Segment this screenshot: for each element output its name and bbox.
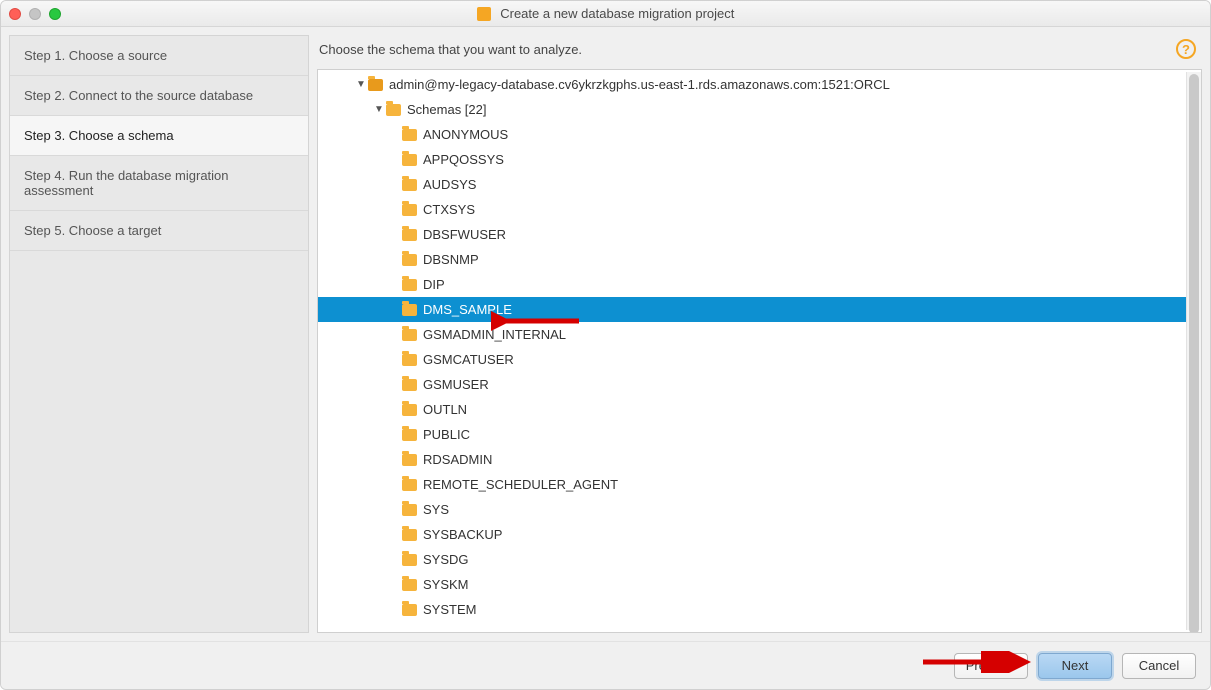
tree-label-schemas: Schemas [22]: [407, 102, 487, 117]
database-icon: [368, 79, 383, 91]
tree-node-schema[interactable]: GSMUSER: [318, 372, 1186, 397]
tree-node-schema[interactable]: DBSNMP: [318, 247, 1186, 272]
tree-node-schema[interactable]: AUDSYS: [318, 172, 1186, 197]
folder-icon: [402, 254, 417, 266]
folder-icon: [402, 179, 417, 191]
tree-label-connection: admin@my-legacy-database.cv6ykrzkgphs.us…: [389, 77, 890, 92]
tree-node-schema[interactable]: DMS_SAMPLE: [318, 297, 1186, 322]
tree-label-schema: RDSADMIN: [423, 452, 492, 467]
app-icon: [477, 7, 491, 21]
folder-icon: [402, 354, 417, 366]
tree-label-schema: SYSBACKUP: [423, 527, 502, 542]
step-run-assessment[interactable]: Step 4. Run the database migration asses…: [10, 156, 308, 211]
window-controls: [9, 8, 61, 20]
tree-label-schema: DMS_SAMPLE: [423, 302, 512, 317]
tree-node-schema[interactable]: SYSKM: [318, 572, 1186, 597]
schema-tree[interactable]: ▼ admin@my-legacy-database.cv6ykrzkgphs.…: [318, 72, 1186, 630]
folder-icon: [386, 104, 401, 116]
tree-label-schema: SYSKM: [423, 577, 469, 592]
minimize-icon[interactable]: [29, 8, 41, 20]
folder-icon: [402, 429, 417, 441]
tree-node-schema[interactable]: OUTLN: [318, 397, 1186, 422]
tree-node-schema[interactable]: GSMADMIN_INTERNAL: [318, 322, 1186, 347]
scrollbar-thumb[interactable]: [1189, 74, 1199, 633]
tree-label-schema: DBSFWUSER: [423, 227, 506, 242]
tree-node-connection[interactable]: ▼ admin@my-legacy-database.cv6ykrzkgphs.…: [318, 72, 1186, 97]
tree-node-schema[interactable]: SYSDG: [318, 547, 1186, 572]
folder-icon: [402, 129, 417, 141]
close-icon[interactable]: [9, 8, 21, 20]
tree-label-schema: GSMUSER: [423, 377, 489, 392]
folder-icon: [402, 604, 417, 616]
tree-label-schema: REMOTE_SCHEDULER_AGENT: [423, 477, 618, 492]
tree-node-schema[interactable]: REMOTE_SCHEDULER_AGENT: [318, 472, 1186, 497]
chevron-down-icon[interactable]: ▼: [374, 104, 386, 115]
main-panel: Choose the schema that you want to analy…: [317, 35, 1202, 633]
tree-node-schema[interactable]: SYSTEM: [318, 597, 1186, 622]
tree-label-schema: AUDSYS: [423, 177, 476, 192]
tree-node-schema[interactable]: APPQOSSYS: [318, 147, 1186, 172]
tree-label-schema: DIP: [423, 277, 445, 292]
tree-label-schema: SYS: [423, 502, 449, 517]
chevron-down-icon[interactable]: ▼: [356, 79, 368, 90]
tree-label-schema: ANONYMOUS: [423, 127, 508, 142]
help-icon[interactable]: ?: [1176, 39, 1196, 59]
steps-sidebar: Step 1. Choose a source Step 2. Connect …: [9, 35, 309, 633]
folder-icon: [402, 479, 417, 491]
step-choose-target[interactable]: Step 5. Choose a target: [10, 211, 308, 251]
folder-icon: [402, 529, 417, 541]
folder-icon: [402, 229, 417, 241]
wizard-body: Step 1. Choose a source Step 2. Connect …: [1, 27, 1210, 641]
tree-node-schema[interactable]: RDSADMIN: [318, 447, 1186, 472]
tree-node-schemas[interactable]: ▼ Schemas [22]: [318, 97, 1186, 122]
folder-icon: [402, 304, 417, 316]
tree-node-schema[interactable]: SYS: [318, 497, 1186, 522]
tree-label-schema: SYSDG: [423, 552, 469, 567]
window-title-label: Create a new database migration project: [500, 6, 734, 21]
tree-label-schema: APPQOSSYS: [423, 152, 504, 167]
window-title: Create a new database migration project: [1, 6, 1210, 22]
cancel-button[interactable]: Cancel: [1122, 653, 1196, 679]
main-header: Choose the schema that you want to analy…: [317, 35, 1202, 69]
step-choose-schema[interactable]: Step 3. Choose a schema: [10, 116, 308, 156]
tree-label-schema: CTXSYS: [423, 202, 475, 217]
tree-label-schema: GSMADMIN_INTERNAL: [423, 327, 566, 342]
step-choose-source[interactable]: Step 1. Choose a source: [10, 36, 308, 76]
tree-node-schema[interactable]: DIP: [318, 272, 1186, 297]
folder-icon: [402, 279, 417, 291]
tree-node-schema[interactable]: ANONYMOUS: [318, 122, 1186, 147]
maximize-icon[interactable]: [49, 8, 61, 20]
tree-node-schema[interactable]: CTXSYS: [318, 197, 1186, 222]
folder-icon: [402, 579, 417, 591]
tree-label-schema: PUBLIC: [423, 427, 470, 442]
tree-node-schema[interactable]: SYSBACKUP: [318, 522, 1186, 547]
folder-icon: [402, 154, 417, 166]
tree-label-schema: SYSTEM: [423, 602, 476, 617]
folder-icon: [402, 454, 417, 466]
folder-icon: [402, 554, 417, 566]
next-button[interactable]: Next: [1038, 653, 1112, 679]
titlebar: Create a new database migration project: [1, 1, 1210, 27]
tree-node-schema[interactable]: PUBLIC: [318, 422, 1186, 447]
tree-node-schema[interactable]: GSMCATUSER: [318, 347, 1186, 372]
tree-label-schema: OUTLN: [423, 402, 467, 417]
wizard-footer: Previous Next Cancel: [1, 641, 1210, 689]
folder-icon: [402, 504, 417, 516]
folder-icon: [402, 329, 417, 341]
vertical-scrollbar[interactable]: [1186, 72, 1201, 630]
folder-icon: [402, 204, 417, 216]
folder-icon: [402, 404, 417, 416]
step-connect-source-db[interactable]: Step 2. Connect to the source database: [10, 76, 308, 116]
tree-label-schema: GSMCATUSER: [423, 352, 514, 367]
tree-label-schema: DBSNMP: [423, 252, 479, 267]
wizard-window: Create a new database migration project …: [0, 0, 1211, 690]
instruction-text: Choose the schema that you want to analy…: [319, 42, 582, 57]
previous-button[interactable]: Previous: [954, 653, 1028, 679]
schema-tree-panel: ▼ admin@my-legacy-database.cv6ykrzkgphs.…: [317, 69, 1202, 633]
folder-icon: [402, 379, 417, 391]
tree-node-schema[interactable]: DBSFWUSER: [318, 222, 1186, 247]
